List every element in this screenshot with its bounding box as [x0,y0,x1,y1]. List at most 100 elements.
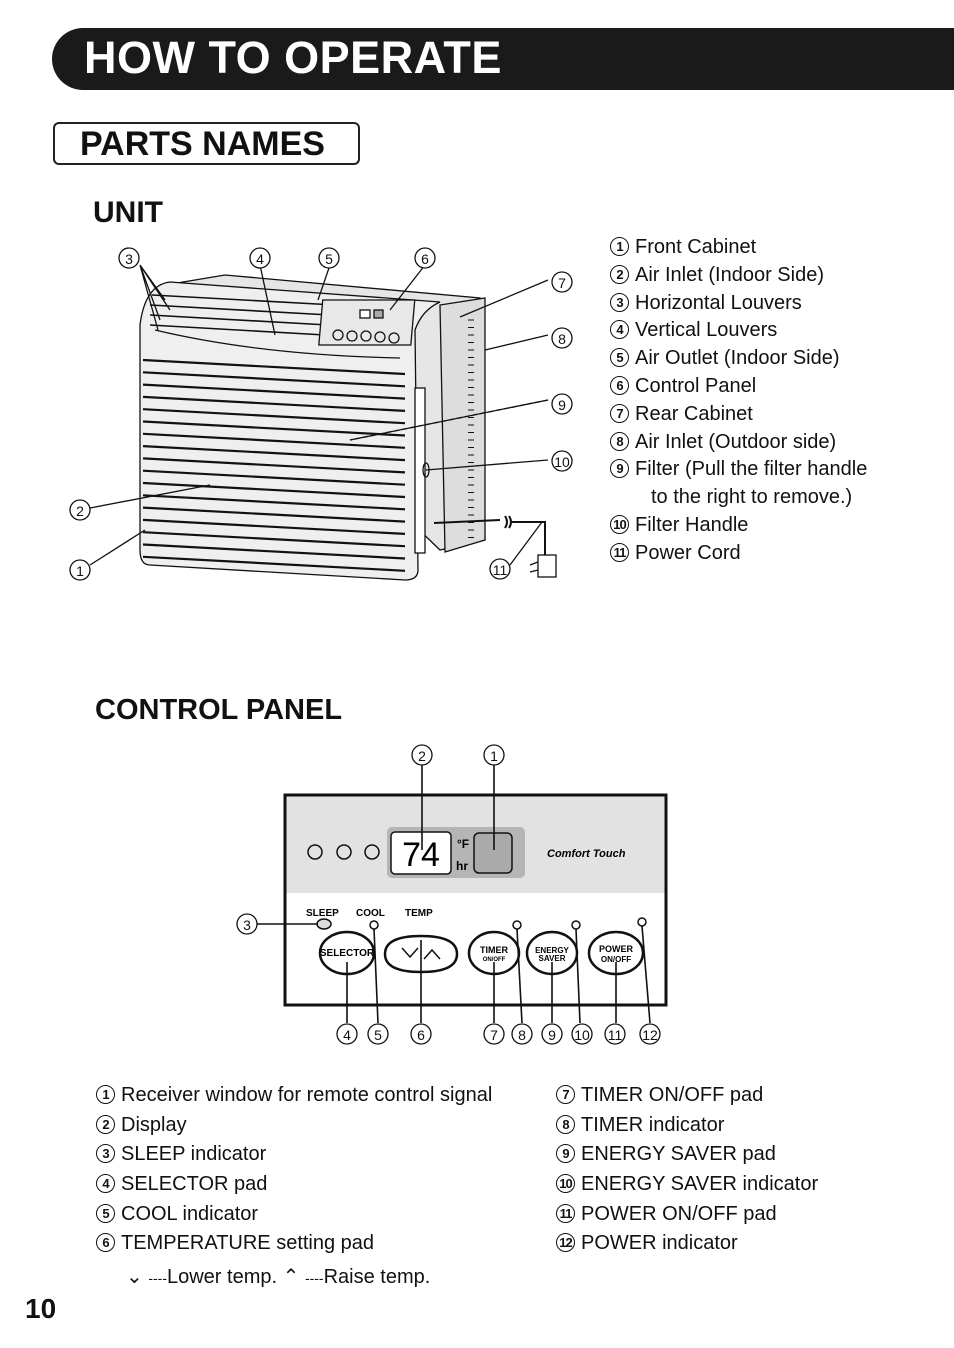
list-item: 10 Filter Handle [610,514,867,542]
item-number: 5 [610,348,629,368]
svg-text:SAVER: SAVER [539,954,566,963]
callout-number: 9 [548,1027,556,1043]
item-number: 4 [610,320,629,340]
item-number: 8 [556,1114,575,1134]
list-item: 9 Filter (Pull the filter handle [610,458,867,486]
unit-control-panel [318,299,416,346]
item-label: Receiver window for remote control signa… [121,1084,493,1106]
list-item: 2 Air Inlet (Indoor Side) [610,264,867,292]
svg-text:hr: hr [456,859,468,873]
item-label: Display [121,1113,187,1136]
callout-number: 4 [256,251,264,267]
item-number: 5 [96,1203,115,1223]
item-number: 10 [610,514,629,534]
item-label: Power Cord [635,541,741,564]
callout-number: 1 [490,748,498,764]
callout-number: 8 [558,331,566,347]
item-number: 6 [610,375,629,395]
item-number: 9 [556,1144,575,1164]
callout-number: 6 [421,251,429,267]
list-item: 10 ENERGY SAVER indicator [556,1173,818,1203]
callout-number: 3 [243,917,251,933]
list-item: 4 SELECTOR pad [96,1173,492,1203]
item-label: POWER indicator [581,1232,738,1255]
control-panel-list-left: 1 Receiver window for remote control sign… [96,1084,492,1262]
callout-number: 2 [418,748,426,764]
chevron-down-icon: ⌄ [126,1266,143,1288]
list-item: 8 TIMER indicator [556,1114,818,1144]
item-number: 6 [96,1233,115,1253]
item-number: 2 [96,1114,115,1134]
item-label: TEMPERATURE setting pad [121,1232,375,1255]
item-label: ENERGY SAVER pad [581,1143,776,1166]
title-bar: HOW TO OPERATE [52,28,954,90]
callout-number: 8 [518,1027,526,1043]
list-item: 7 TIMER ON/OFF pad [556,1084,818,1114]
item-number: 7 [556,1085,575,1104]
list-item: 6 Control Panel [610,375,867,403]
item-label: Air Inlet (Outdoor side) [635,430,837,453]
callout-number: 10 [554,454,570,470]
item-label: Horizontal Louvers [635,291,802,314]
list-item: 1 Receiver window for remote control sign… [96,1084,492,1114]
item-label: Control Panel [635,374,757,397]
callout-number: 5 [374,1027,382,1043]
item-label: Rear Cabinet [635,402,753,425]
item-number: 7 [610,403,629,423]
page-number: 10 [25,1293,57,1324]
list-item: 7 Rear Cabinet [610,403,867,431]
item-label: POWER ON/OFF pad [581,1202,777,1225]
callout-number: 9 [558,397,566,413]
item-label: Filter Handle [635,513,749,536]
item-label: SLEEP indicator [121,1143,267,1166]
manual-page: HOW TO OPERATE PARTS NAMES UNIT 12345678… [0,0,954,1348]
list-item: 3 SLEEP indicator [96,1143,492,1173]
svg-text:°F: °F [457,837,469,851]
selector-pad: SELECTOR [320,948,375,959]
list-item: 6 TEMPERATURE setting pad [96,1232,492,1262]
list-item: 11 POWER ON/OFF pad [556,1203,818,1233]
item-label: COOL indicator [121,1202,259,1225]
list-item: 1 Front Cabinet [610,236,867,264]
item-label: TIMER ON/OFF pad [581,1084,764,1106]
power-pad: POWER [599,944,634,954]
item-number: 10 [556,1174,575,1194]
chevron-up-icon: ⌃ [282,1266,300,1288]
item-number: 3 [96,1144,115,1164]
item-label: SELECTOR pad [121,1173,268,1196]
svg-text:COOL: COOL [356,908,385,919]
control-panel-heading: CONTROL PANEL [95,694,343,726]
list-item: 11 Power Cord [610,542,867,570]
item-number: 11 [610,542,629,562]
item-number: 4 [96,1174,115,1194]
item-number: 1 [610,237,629,256]
item-label: Filter (Pull the filter handle [635,458,868,481]
unit-parts-list: 1 Front Cabinet 2 Air Inlet (Indoor Side) 3 H… [610,236,867,570]
temp-note: ⌄ ----Lower temp. ⌃ ----Raise temp. [126,1266,431,1288]
control-panel-list-right: 7 TIMER ON/OFF pad 8 TIMER indicator 9 ENERGY… [556,1084,818,1262]
list-item: 12 POWER indicator [556,1232,818,1262]
list-item: 5 Air Outlet (Indoor Side) [610,347,867,375]
callout-number: 11 [608,1027,623,1043]
svg-text:SLEEP: SLEEP [306,908,339,919]
item-number: 11 [556,1203,575,1223]
callout-number: 7 [490,1027,498,1043]
section-title-box: PARTS NAMES [53,122,360,165]
remote-receiver-window [473,832,513,874]
callout-number: 4 [343,1027,351,1043]
callout-number: 6 [417,1027,425,1043]
item-number: 9 [610,459,629,479]
item-number: 1 [96,1085,115,1104]
list-item: 3 Horizontal Louvers [610,292,867,320]
callout-number: 11 [493,562,508,578]
callout-number: 1 [76,563,84,579]
item-label: ENERGY SAVER indicator [581,1173,819,1196]
callout-number: 3 [125,251,133,267]
callout-number: 2 [76,503,84,519]
item-label: Air Outlet (Indoor Side) [635,347,840,370]
callout-number: 7 [558,275,566,291]
callout-number: 5 [325,251,333,267]
unit-illustration: 1 2 3 4 5 6 7 8 9 10 11 [69,247,573,581]
callout-number: 10 [574,1027,590,1043]
svg-text:TEMP: TEMP [405,908,433,919]
